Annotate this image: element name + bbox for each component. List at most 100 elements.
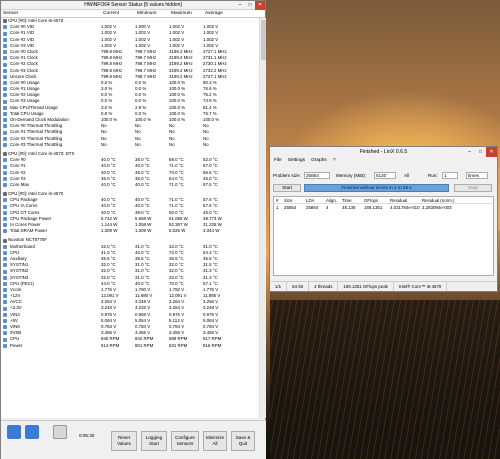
cell-text: Total CPU Usage xyxy=(10,110,44,116)
cell-text: 799.7 MHz xyxy=(135,61,157,67)
run-count-field[interactable]: 1 xyxy=(442,172,458,179)
cell-text: 80.3 % xyxy=(203,79,217,85)
cell-text: 50.0 °C xyxy=(169,209,184,215)
cell-text: VIN4 xyxy=(10,311,20,317)
arrow-right-icon[interactable] xyxy=(25,425,39,439)
maximize-icon[interactable]: □ xyxy=(475,147,486,157)
start-button[interactable]: Start xyxy=(273,184,301,192)
cell-text: 12.091 V xyxy=(169,293,187,299)
cell-text: 1.002 V xyxy=(169,24,185,30)
sensor-icon xyxy=(3,124,7,129)
close-icon[interactable]: ✕ xyxy=(255,1,265,10)
cell-text: 1.776 V xyxy=(101,286,117,292)
col-minimum[interactable]: Minimum xyxy=(135,10,169,17)
cell-text: 3.456 V xyxy=(169,330,185,336)
cell-text: 0.0 % xyxy=(135,86,147,92)
col-size: Size xyxy=(284,198,293,203)
chip-icon xyxy=(3,238,7,243)
cell-size: 25854 xyxy=(284,205,297,210)
sensor-icon xyxy=(3,158,7,163)
hwinfo-toolbar: 0:05:30 Reset Values Logging Start Confi… xyxy=(1,420,266,459)
minimize-all-button[interactable]: Minimize All xyxy=(203,431,227,451)
run-unit-select[interactable]: times xyxy=(466,172,488,179)
cell-text: 514 RPM xyxy=(101,342,120,348)
cell-text: Core #1 VID xyxy=(10,30,35,36)
scrollbar-thumb[interactable] xyxy=(261,20,266,60)
cell-text: +5V xyxy=(10,317,18,323)
cell-text: 45.0 °C xyxy=(203,209,218,215)
cell-text: 3199.2 MHz xyxy=(169,55,193,61)
sensor-icon xyxy=(3,210,7,215)
cell-text: No xyxy=(203,129,209,135)
table-row[interactable]: Power 514 RPM 801 RPM 831 RPM 816 RPM xyxy=(1,343,259,349)
table-row[interactable]: Core #3 Thermal Throttling No No No No xyxy=(1,142,259,148)
cell-text: 2731.1 MHz xyxy=(203,55,227,61)
cell-text: 68.0 °C xyxy=(169,157,184,163)
cell-text: 32.0 °C xyxy=(101,274,116,280)
cell-text: 39.0 °C xyxy=(135,209,150,215)
all-checkbox-label[interactable]: All xyxy=(404,172,409,179)
vertical-scrollbar[interactable] xyxy=(259,18,266,418)
table-row[interactable]: Core Max 40.0 °C 40.0 °C 71.0 °C 57.5 °C xyxy=(1,182,259,188)
cell-text: 11.985 V xyxy=(203,293,221,299)
col-sensor[interactable]: Sensor xyxy=(1,10,101,17)
menu-help[interactable]: ? xyxy=(333,157,336,164)
cell-text: 3.0 % xyxy=(101,104,113,110)
col-average[interactable]: Average xyxy=(203,10,243,17)
cell-text: 100.0 % xyxy=(169,117,186,122)
minimize-icon[interactable]: – xyxy=(235,1,245,10)
cell-text: 70.0 °C xyxy=(169,280,184,286)
cell-text: CPU [#0]: Intel Core i5-4570 xyxy=(8,191,64,197)
reset-values-button[interactable]: Reset Values xyxy=(111,431,137,451)
menu-settings[interactable]: Settings xyxy=(288,157,305,164)
cell-text: 799.7 MHz xyxy=(135,55,157,61)
linx-menu: File Settings Graphs ? xyxy=(270,157,497,164)
cell-text: CPU xyxy=(10,336,20,342)
menu-file[interactable]: File xyxy=(274,157,282,164)
cell-residual-norm: 3.283094e-003 xyxy=(422,205,452,210)
table-row[interactable]: Total DRAM Power 1.309 W 1.309 W 5.025 W 3.3… xyxy=(1,228,259,234)
sensor-icon xyxy=(3,275,7,280)
sensor-icon xyxy=(3,50,7,55)
cell-text: 3199.2 MHz xyxy=(169,48,193,54)
memory-field[interactable]: 5120 xyxy=(374,172,396,179)
cell-text: 40.0 °C xyxy=(135,181,150,187)
logging-start-button[interactable]: Logging Start xyxy=(141,431,167,451)
close-icon[interactable]: ✕ xyxy=(486,147,497,157)
cell-text: 11.680 V xyxy=(135,293,153,299)
sensor-icon xyxy=(3,74,7,79)
save-quit-button[interactable]: Save & Quit xyxy=(231,431,255,451)
col-current[interactable]: Current xyxy=(101,10,135,17)
minimize-icon[interactable]: – xyxy=(464,147,475,157)
average-value: 816 RPM xyxy=(203,343,243,349)
problem-size-field[interactable]: 25854 xyxy=(304,172,330,179)
stop-button[interactable]: Stop xyxy=(454,184,492,192)
sensor-icon xyxy=(3,142,7,147)
cell-text: 31.3 °C xyxy=(203,268,218,274)
arrow-left-icon[interactable] xyxy=(7,425,21,439)
cell-text: 71.0 °C xyxy=(169,203,184,209)
cell-text: 1.002 V xyxy=(135,42,151,48)
menu-graphs[interactable]: Graphs xyxy=(311,157,327,164)
cell-text: AVCC xyxy=(10,299,22,305)
sensor-name: Total DRAM Power xyxy=(1,228,101,234)
cell-text: 31.3 °C xyxy=(203,274,218,280)
cell-text: 81.4 % xyxy=(203,104,217,110)
current-value: 1.309 W xyxy=(101,228,135,234)
cell-text: Nuvoton NCT6776F xyxy=(8,237,48,243)
configure-sensors-button[interactable]: Configure Sensors xyxy=(171,431,199,451)
cell-text: 5.064 V xyxy=(135,317,151,323)
cell-text: 35.5 °C xyxy=(101,255,116,261)
table-row[interactable]: 1 25854 25864 4 48.136 169.1351 4.031784… xyxy=(274,204,493,211)
col-maximum[interactable]: Maximum xyxy=(169,10,203,17)
cell-text: 0.0 % xyxy=(135,110,147,116)
cell-text: 1.309 W xyxy=(101,228,118,234)
cell-text: SYSTIN2 xyxy=(10,268,29,274)
cell-text: Core #0 Thermal Throttling xyxy=(10,123,63,129)
sensor-list[interactable]: CPU [#0]: Intel Core i5-4570 Core #0 VID 1… xyxy=(1,18,259,418)
hwinfo-titlebar[interactable]: HWiNFO64 Sensor Status [6 values hidden]… xyxy=(1,1,265,10)
linx-titlebar[interactable]: Finished - LinX 0.6.5 – □ ✕ xyxy=(270,147,497,157)
maximize-icon[interactable]: □ xyxy=(245,1,255,10)
cell-text: 1.002 V xyxy=(135,36,151,42)
clock-icon xyxy=(53,425,67,439)
